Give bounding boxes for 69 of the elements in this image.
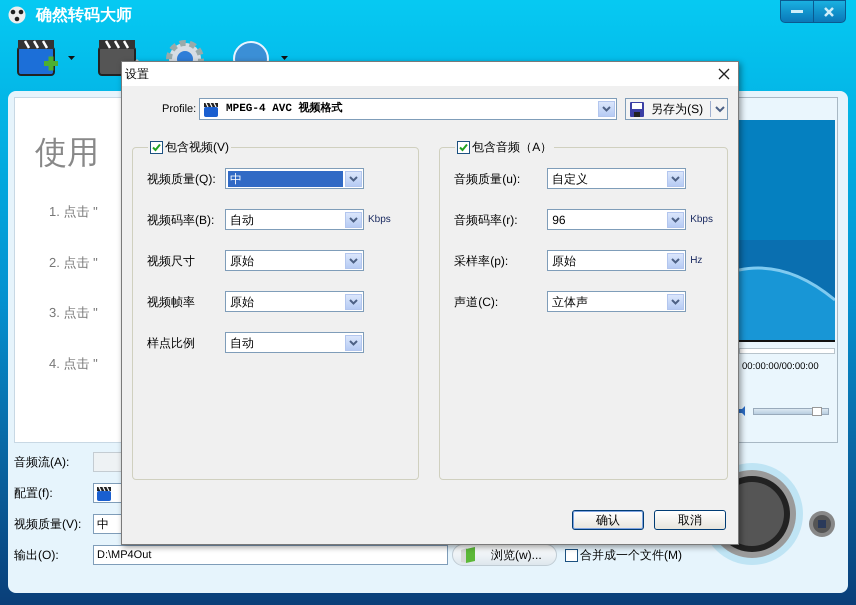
dropdown-field[interactable]: 原始	[225, 291, 364, 312]
field-value: 自定义	[551, 170, 590, 186]
profile-dropdown[interactable]: MPEG-4 AVC 视频格式	[199, 98, 618, 120]
field-value: 自动	[229, 334, 255, 350]
group-label: 包含音频（A）	[472, 139, 552, 156]
save-as-button[interactable]: 另存为(S)	[625, 98, 728, 120]
include-checkbox[interactable]	[150, 140, 163, 154]
field-value: 96	[551, 212, 567, 228]
add-video-icon[interactable]	[16, 37, 60, 79]
field-value: 原始	[229, 294, 255, 310]
dropdown-field[interactable]: 96	[547, 209, 686, 230]
include-checkbox[interactable]	[457, 140, 470, 154]
merge-checkbox[interactable]	[565, 548, 578, 562]
guide-step: 4. 点击 "	[49, 354, 98, 373]
field-value: 立体声	[551, 294, 590, 310]
field-value: 中	[228, 170, 343, 186]
setting-label: 视频质量(Q):	[147, 170, 217, 188]
setting-label: 视频码率(B):	[147, 212, 216, 228]
browse-button[interactable]: 浏览(w)...	[452, 544, 557, 566]
profile-label: Profile:	[162, 102, 196, 117]
unit-label: Kbps	[368, 213, 391, 227]
field-value: D:\MP4Out	[97, 548, 152, 563]
dropdown-field[interactable]: 自动	[225, 332, 364, 353]
time-display: 00:00:00/00:00:00	[742, 360, 820, 374]
field-value: 原始	[229, 252, 255, 268]
setting-label: 音频码率(r):	[454, 212, 519, 228]
clapperboard-icon	[204, 102, 218, 116]
group-label: 包含视频(V)	[165, 139, 229, 156]
save-as-label: 另存为(S)	[650, 101, 704, 118]
dialog-button[interactable]: 取消	[654, 510, 726, 530]
unit-label: Kbps	[690, 213, 713, 227]
field-value: 原始	[551, 252, 578, 268]
setting-label: 样点比例	[147, 334, 196, 352]
setting-label: 声道(C):	[454, 294, 500, 310]
dropdown-field[interactable]: 原始	[547, 250, 686, 271]
field-label: 输出(O):	[14, 547, 60, 564]
profile-value: MPEG-4 AVC 视频格式	[226, 100, 344, 117]
dropdown-field[interactable]: 中	[225, 168, 364, 189]
volume-track[interactable]	[753, 408, 829, 415]
clapperboard-icon	[97, 486, 111, 500]
dropdown-field[interactable]: 原始	[225, 250, 364, 271]
dialog-title: 设置	[125, 66, 149, 83]
field-label: 视频质量(V):	[14, 516, 82, 533]
field-label: 音频流(A):	[14, 454, 70, 471]
guide-step: 1. 点击 "	[49, 202, 98, 222]
merge-label: 合并成一个文件(M)	[580, 547, 682, 564]
dropdown-field[interactable]: 自动	[225, 209, 364, 230]
output-path-field[interactable]: D:\MP4Out	[93, 545, 448, 565]
film-reel-icon	[8, 6, 26, 24]
field-label: 配置(f):	[14, 485, 54, 502]
field-value: 中	[97, 516, 109, 533]
dialog-button[interactable]: 确认	[572, 510, 644, 530]
unit-label: Hz	[690, 254, 702, 268]
folder-icon	[461, 547, 475, 563]
guide-step: 3. 点击 "	[49, 303, 98, 322]
guide-heading: 使用	[35, 133, 99, 172]
caret-icon[interactable]	[68, 56, 75, 60]
setting-label: 视频帧率	[147, 294, 196, 310]
stop-icon[interactable]	[808, 510, 836, 538]
guide-step: 2. 点击 "	[49, 252, 98, 272]
setting-label: 音频质量(u):	[454, 170, 522, 188]
close-icon[interactable]	[718, 68, 730, 80]
app-title: 确然转码大师	[36, 6, 132, 26]
setting-label: 采样率(p):	[454, 252, 510, 270]
field-value: 自动	[229, 212, 255, 228]
caret-icon[interactable]	[714, 105, 726, 113]
dropdown-field[interactable]: 自定义	[547, 168, 686, 189]
dropdown-field[interactable]: 立体声	[547, 291, 686, 312]
setting-label: 视频尺寸	[147, 252, 196, 270]
